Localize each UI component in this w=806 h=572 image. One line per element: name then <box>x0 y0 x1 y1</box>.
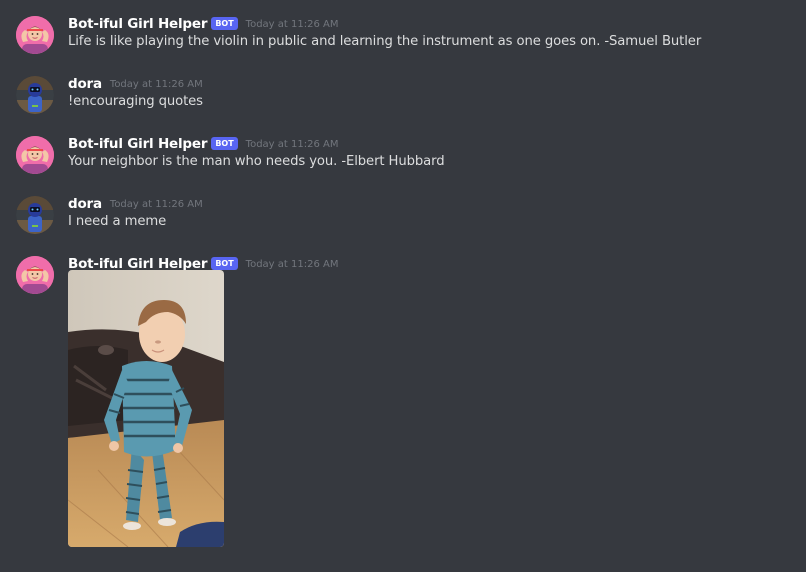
timestamp[interactable]: Today at 11:26 AM <box>246 259 339 270</box>
message: Bot-iful Girl Helper BOT Today at 11:26 … <box>0 254 806 554</box>
bot-badge: BOT <box>211 16 238 30</box>
message-text: !encouraging quotes <box>68 94 203 109</box>
username[interactable]: dora <box>68 196 102 212</box>
username[interactable]: Bot-iful Girl Helper <box>68 16 208 32</box>
flexing-girl-avatar[interactable] <box>16 16 54 54</box>
bot-badge: BOT <box>211 256 238 270</box>
message: dora Today at 11:26 AM !encouraging quot… <box>0 74 806 118</box>
message: Bot-iful Girl Helper BOT Today at 11:26 … <box>0 14 806 58</box>
bot-badge: BOT <box>211 136 238 150</box>
message: dora Today at 11:26 AM I need a meme <box>0 194 806 238</box>
message-header: Bot-iful Girl Helper BOT Today at 11:26 … <box>68 134 338 154</box>
message-text: Your neighbor is the man who needs you. … <box>68 154 445 169</box>
timestamp[interactable]: Today at 11:26 AM <box>246 139 339 150</box>
message-header: dora Today at 11:26 AM <box>68 194 203 214</box>
meme-image-attachment[interactable] <box>68 270 224 547</box>
toddler-dancing-image <box>68 270 224 547</box>
chat-message-list: Bot-iful Girl Helper BOT Today at 11:26 … <box>0 0 806 572</box>
message-text: Life is like playing the violin in publi… <box>68 34 702 49</box>
timestamp[interactable]: Today at 11:26 AM <box>110 199 203 210</box>
timestamp[interactable]: Today at 11:26 AM <box>246 19 339 30</box>
username[interactable]: Bot-iful Girl Helper <box>68 136 208 152</box>
flexing-girl-avatar[interactable] <box>16 256 54 294</box>
flexing-girl-avatar[interactable] <box>16 136 54 174</box>
message: Bot-iful Girl Helper BOT Today at 11:26 … <box>0 134 806 178</box>
message-text: I need a meme <box>68 214 167 229</box>
message-header: dora Today at 11:26 AM <box>68 74 203 94</box>
username[interactable]: dora <box>68 76 102 92</box>
blue-figure-avatar[interactable] <box>16 76 54 114</box>
blue-figure-avatar[interactable] <box>16 196 54 234</box>
message-header: Bot-iful Girl Helper BOT Today at 11:26 … <box>68 14 338 34</box>
timestamp[interactable]: Today at 11:26 AM <box>110 79 203 90</box>
